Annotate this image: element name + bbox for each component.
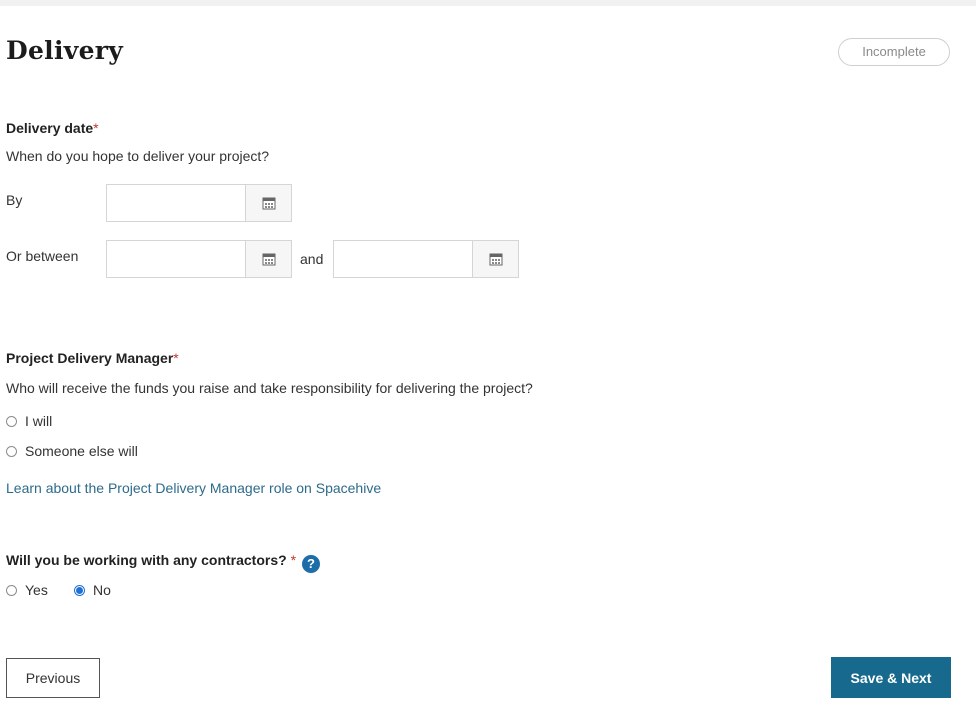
contractors-label-text: Will you be working with any contractors… xyxy=(6,552,287,568)
start-date-input[interactable] xyxy=(107,241,245,277)
radio-label: I will xyxy=(25,413,53,429)
required-marker: * xyxy=(93,120,99,136)
pdm-label-text: Project Delivery Manager xyxy=(6,350,174,366)
radio-button[interactable] xyxy=(6,584,17,596)
start-date-field xyxy=(106,240,292,278)
end-calendar-button[interactable] xyxy=(472,241,518,277)
calendar-icon xyxy=(262,197,275,210)
previous-button[interactable]: Previous xyxy=(6,658,100,698)
status-badge: Incomplete xyxy=(838,38,950,66)
calendar-icon xyxy=(489,253,502,266)
start-calendar-button[interactable] xyxy=(245,241,291,277)
radio-someone-else[interactable]: Someone else will xyxy=(6,443,138,459)
radio-i-will[interactable]: I will xyxy=(6,413,52,429)
by-calendar-button[interactable] xyxy=(245,185,291,221)
radio-contractors-no[interactable]: No xyxy=(74,582,111,598)
by-date-input[interactable] xyxy=(107,185,245,221)
radio-label: No xyxy=(93,582,111,598)
radio-label: Someone else will xyxy=(25,443,138,459)
delivery-date-label-text: Delivery date xyxy=(6,120,94,136)
radio-contractors-yes[interactable]: Yes xyxy=(6,582,48,598)
radio-label: Yes xyxy=(25,582,48,598)
and-label: and xyxy=(300,251,324,267)
by-date-field xyxy=(106,184,292,222)
page-title: Delivery xyxy=(6,36,124,65)
contractors-label: Will you be working with any contractors… xyxy=(6,552,321,573)
pdm-question: Who will receive the funds you raise and… xyxy=(6,380,533,396)
radio-button-selected[interactable] xyxy=(74,584,85,596)
by-label: By xyxy=(6,192,23,208)
required-marker: * xyxy=(173,350,179,366)
pdm-label: Project Delivery Manager* xyxy=(6,350,179,366)
save-next-button[interactable]: Save & Next xyxy=(831,657,951,698)
radio-button[interactable] xyxy=(6,445,17,457)
help-icon[interactable]: ? xyxy=(302,554,321,573)
calendar-icon xyxy=(262,253,275,266)
radio-button[interactable] xyxy=(6,415,17,427)
learn-pdm-link[interactable]: Learn about the Project Delivery Manager… xyxy=(6,480,381,496)
delivery-date-question: When do you hope to deliver your project… xyxy=(6,148,270,164)
between-label: Or between xyxy=(6,248,79,264)
end-date-field xyxy=(333,240,519,278)
delivery-panel: Delivery Incomplete Delivery date* When … xyxy=(0,6,976,728)
required-marker: * xyxy=(290,552,297,568)
delivery-date-label: Delivery date* xyxy=(6,120,99,136)
end-date-input[interactable] xyxy=(334,241,472,277)
